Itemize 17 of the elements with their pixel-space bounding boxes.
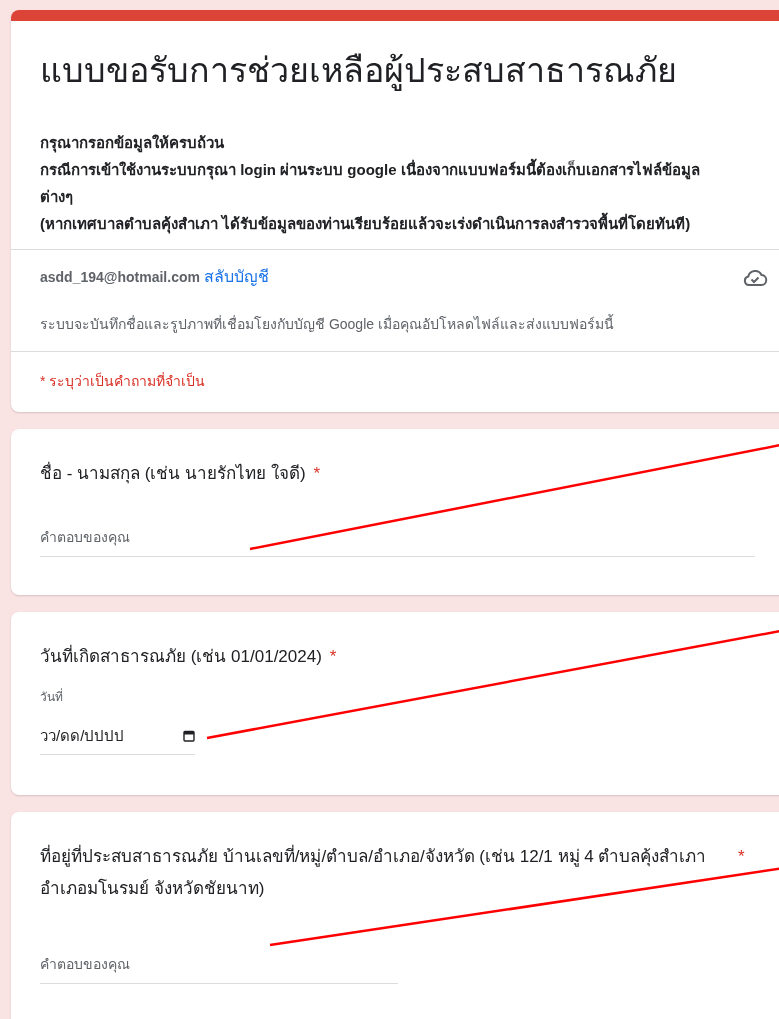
answer-field[interactable]: คำตอบของคุณ	[40, 953, 398, 984]
account-email: asdd_194@hotmail.com	[40, 269, 200, 285]
account-notice: ระบบจะบันทึกชื่อและรูปภาพที่เชื่อมโยงกับบัญชี Google เมื่อคุณอัปโหลดไฟล์และส่งแบบฟอร์มนี้	[40, 313, 615, 335]
question-title: ชื่อ - นามสกุล (เช่น นายรักไทย ใจดี)	[40, 458, 306, 490]
form-title: แบบขอรับการช่วยเหลือผู้ประสบสาธารณภัย	[40, 50, 678, 93]
question-title: วันที่เกิดสาธารณภัย (เช่น 01/01/2024)	[40, 641, 322, 673]
form-description: กรุณากรอกข้อมูลให้ครบถ้วน กรณีการเข้าใช้งานระบบกรุณา login ผ่านระบบ google เนื่องจากแบบฟอร์มนี้ต้องเก็บเอกสารไฟล์ข้อมูลต่างๆ (หากเทศบาลตำบลคุ้งสำเภา ได้รับข้อมูลของท่านเรียบร้อยแล้วจะเร่งดำเนินการลงสำรวจพื้นที่โดยทันที)	[40, 133, 700, 236]
required-asterisk: *	[313, 463, 321, 485]
date-field[interactable]: วว/ดด/ปปปป	[40, 724, 195, 755]
required-asterisk: *	[329, 646, 337, 668]
question-title: ที่อยู่ที่ประสบสาธารณภัย บ้านเลขที่/หมู่/ตำบล/อำเภอ/จังหวัด (เช่น 12/1 หมู่ 4 ตำบลคุ้งสำเภา อำเภอมโนรมย์ จังหวัดชัยนาท)	[40, 841, 730, 905]
required-note: * ระบุว่าเป็นคำถามที่จำเป็น	[40, 371, 207, 392]
field-label: วันที่	[40, 687, 64, 706]
answer-field[interactable]: คำตอบของคุณ	[40, 526, 755, 557]
required-asterisk: *	[738, 846, 745, 868]
switch-account-link[interactable]: สลับบัญชี	[203, 268, 269, 285]
calendar-icon[interactable]	[183, 730, 195, 742]
